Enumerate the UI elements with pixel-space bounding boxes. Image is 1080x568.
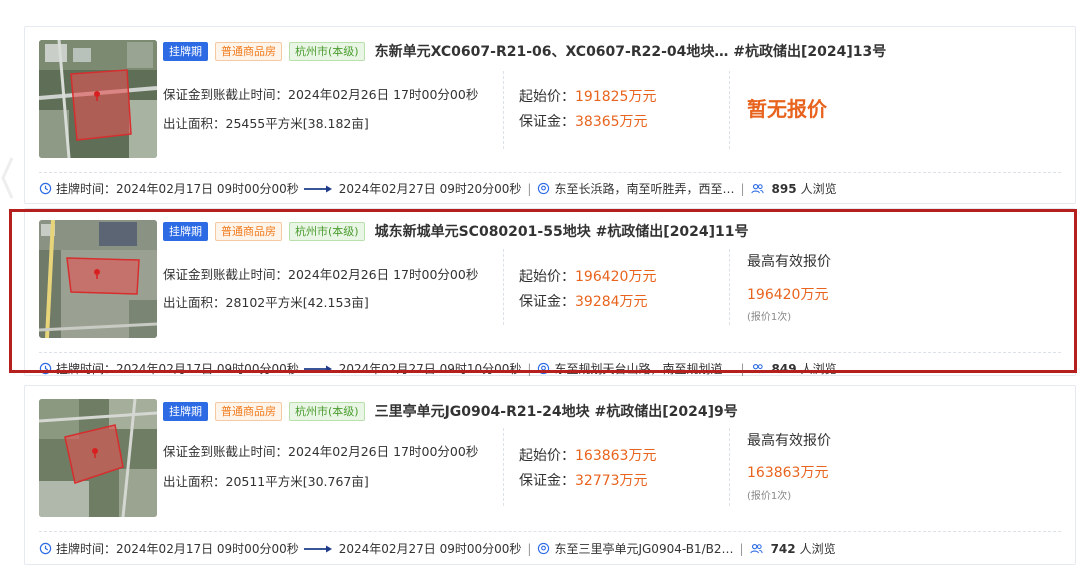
start-price: 起始价：163863万元 (519, 448, 657, 464)
clock-icon (39, 362, 52, 375)
start-price: 起始价：191825万元 (519, 89, 657, 105)
land-type-tag: 普通商品房 (215, 221, 282, 241)
listing-meta: 挂牌时间： 2024年02月17日 09时00分00秒 2024年02月27日 … (39, 540, 836, 557)
divider (729, 71, 730, 149)
bid-count: (报价1次) (747, 312, 792, 323)
land-area: 出让面积：25455平方米[38.182亩] (163, 116, 369, 131)
land-area: 出让面积：28102平方米[42.153亩] (163, 295, 369, 310)
divider (729, 249, 730, 325)
deposit-deadline: 保证金到账截止时间：2024年02月26日 17时00分00秒 (163, 87, 479, 102)
city-tag: 杭州市(本级) (289, 221, 365, 241)
city-tag: 杭州市(本级) (289, 401, 365, 421)
location-icon (538, 362, 550, 375)
land-area: 出让面积：20511平方米[30.767亩] (163, 474, 369, 489)
users-icon (749, 543, 763, 554)
listing-start-time: 2024年02月17日 09时00分00秒 (116, 182, 299, 196)
users-icon (750, 363, 764, 374)
carousel-prev-arrow-icon[interactable] (0, 150, 14, 206)
deposit-amount: 保证金：39284万元 (519, 294, 648, 310)
listing-end-time: 2024年02月27日 09时20分00秒 (338, 182, 522, 196)
location-text[interactable]: 东至长浜路，南至听胜弄，西至… (554, 180, 734, 197)
land-map-thumbnail[interactable] (39, 220, 157, 338)
listing-card[interactable]: 挂牌期 普通商品房 杭州市(本级) 三里亭单元JG0904-R21-24地块 #… (24, 385, 1076, 565)
card-footer-divider (39, 531, 1061, 532)
views-count: 895 (771, 181, 797, 196)
listing-title[interactable]: 城东新城单元SC080201-55地块 #杭政储出[2024]11号 (375, 221, 749, 241)
start-price: 起始价：196420万元 (519, 269, 657, 285)
location-icon (538, 542, 550, 555)
views-count: 742 (770, 541, 796, 556)
divider (503, 249, 504, 325)
listing-card[interactable]: 挂牌期 普通商品房 杭州市(本级) 东新单元XC0607-R21-06、XC06… (24, 26, 1076, 204)
bid-status: 暂无报价 (747, 97, 827, 121)
listing-title[interactable]: 三里亭单元JG0904-R21-24地块 #杭政储出[2024]9号 (375, 401, 738, 421)
status-tag: 挂牌期 (163, 221, 208, 241)
location-text[interactable]: 东至三里亭单元JG0904-B1/B2… (554, 540, 733, 557)
deposit-deadline: 保证金到账截止时间：2024年02月26日 17时00分00秒 (163, 444, 479, 459)
listing-start-time: 2024年02月17日 09时00分00秒 (116, 542, 299, 556)
highest-bid-label: 最高有效报价 (747, 254, 831, 270)
arrow-right-icon (303, 365, 332, 372)
city-tag: 杭州市(本级) (289, 41, 365, 61)
users-icon (750, 183, 764, 194)
land-type-tag: 普通商品房 (215, 401, 282, 421)
highest-bid-value: 196420万元 (747, 287, 829, 303)
deposit-amount: 保证金：38365万元 (519, 114, 648, 130)
arrow-right-icon (303, 185, 332, 192)
location-icon (538, 182, 550, 195)
card-footer-divider (39, 352, 1061, 353)
deposit-amount: 保证金：32773万元 (519, 473, 648, 489)
listing-meta: 挂牌时间： 2024年02月17日 09时00分00秒 2024年02月27日 … (39, 360, 837, 377)
listing-title[interactable]: 东新单元XC0607-R21-06、XC0607-R22-04地块… #杭政储出… (375, 41, 887, 61)
bid-count: (报价1次) (747, 491, 792, 502)
listing-meta: 挂牌时间： 2024年02月17日 09时00分00秒 2024年02月27日 … (39, 180, 837, 197)
divider (729, 428, 730, 506)
views-count: 849 (771, 361, 797, 376)
arrow-right-icon (303, 545, 332, 552)
deposit-deadline: 保证金到账截止时间：2024年02月26日 17时00分00秒 (163, 267, 479, 282)
clock-icon (39, 182, 52, 195)
highest-bid-label: 最高有效报价 (747, 433, 831, 449)
listing-card[interactable]: 挂牌期 普通商品房 杭州市(本级) 城东新城单元SC080201-55地块 #杭… (24, 208, 1076, 376)
status-tag: 挂牌期 (163, 41, 208, 61)
card-footer-divider (39, 172, 1061, 173)
clock-icon (39, 542, 52, 555)
land-map-thumbnail[interactable] (39, 40, 157, 158)
listing-start-time: 2024年02月17日 09时00分00秒 (116, 362, 299, 376)
status-tag: 挂牌期 (163, 401, 208, 421)
location-text[interactable]: 东至规划天台山路，南至规划道… (554, 360, 734, 377)
land-type-tag: 普通商品房 (215, 41, 282, 61)
listing-end-time: 2024年02月27日 09时10分00秒 (338, 362, 522, 376)
divider (503, 428, 504, 506)
divider (503, 71, 504, 149)
land-map-thumbnail[interactable] (39, 399, 157, 517)
listing-end-time: 2024年02月27日 09时00分00秒 (338, 542, 522, 556)
highest-bid-value: 163863万元 (747, 465, 829, 481)
